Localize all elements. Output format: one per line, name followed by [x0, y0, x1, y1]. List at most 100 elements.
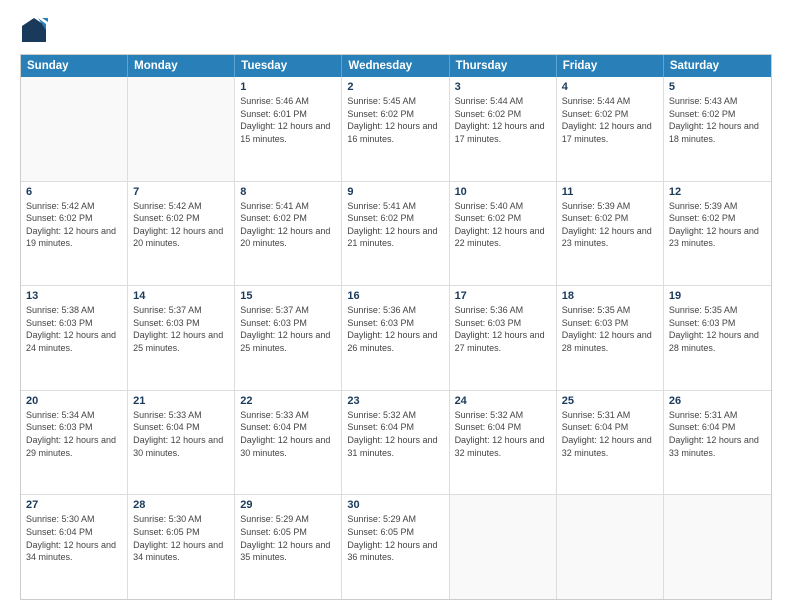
cal-cell: 14 Sunrise: 5:37 AMSunset: 6:03 PMDayligh…: [128, 286, 235, 390]
cal-header-tuesday: Tuesday: [235, 55, 342, 77]
cal-cell: 10 Sunrise: 5:40 AMSunset: 6:02 PMDayligh…: [450, 182, 557, 286]
cal-cell: 30Sunrise: 5:29 AMSunset: 6:05 PMDayligh…: [342, 495, 449, 599]
day-number: 13: [26, 290, 122, 302]
cal-week-3: 13 Sunrise: 5:38 AMSunset: 6:03 PMDayligh…: [21, 286, 771, 391]
day-info: Sunrise: 5:39 AMSunset: 6:02 PMDaylight:…: [562, 200, 658, 250]
cal-cell: [664, 495, 771, 599]
day-info: Sunrise: 5:31 AMSunset: 6:04 PMDaylight:…: [562, 409, 658, 459]
cal-cell: 4Sunrise: 5:44 AMSunset: 6:02 PMDaylight…: [557, 77, 664, 181]
cal-cell: 22Sunrise: 5:33 AMSunset: 6:04 PMDayligh…: [235, 391, 342, 495]
day-number: 24: [455, 395, 551, 407]
day-number: 1: [240, 81, 336, 93]
day-info: Sunrise: 5:41 AMSunset: 6:02 PMDaylight:…: [347, 200, 443, 250]
cal-cell: 18 Sunrise: 5:35 AMSunset: 6:03 PMDayligh…: [557, 286, 664, 390]
cal-cell: 7Sunrise: 5:42 AMSunset: 6:02 PMDaylight…: [128, 182, 235, 286]
day-info: Sunrise: 5:37 AMSunset: 6:03 PMDaylight:…: [240, 304, 336, 354]
cal-cell: 29Sunrise: 5:29 AMSunset: 6:05 PMDayligh…: [235, 495, 342, 599]
day-number: 30: [347, 499, 443, 511]
day-info: Sunrise: 5:36 AMSunset: 6:03 PMDaylight:…: [455, 304, 551, 354]
day-info: Sunrise: 5:44 AMSunset: 6:02 PMDaylight:…: [562, 95, 658, 145]
day-info: Sunrise: 5:42 AMSunset: 6:02 PMDaylight:…: [133, 200, 229, 250]
day-info: Sunrise: 5:37 AMSunset: 6:03 PMDaylight:…: [133, 304, 229, 354]
cal-cell: [21, 77, 128, 181]
day-info: Sunrise: 5:35 AMSunset: 6:03 PMDaylight:…: [669, 304, 766, 354]
day-number: 16: [347, 290, 443, 302]
day-number: 5: [669, 81, 766, 93]
cal-cell: 25 Sunrise: 5:31 AMSunset: 6:04 PMDayligh…: [557, 391, 664, 495]
day-number: 25: [562, 395, 658, 407]
day-number: 23: [347, 395, 443, 407]
logo-icon: [20, 16, 48, 44]
day-info: Sunrise: 5:39 AMSunset: 6:02 PMDaylight:…: [669, 200, 766, 250]
header: [20, 16, 772, 44]
cal-week-2: 6 Sunrise: 5:42 AMSunset: 6:02 PMDaylight…: [21, 182, 771, 287]
cal-cell: 17 Sunrise: 5:36 AMSunset: 6:03 PMDayligh…: [450, 286, 557, 390]
cal-cell: 16 Sunrise: 5:36 AMSunset: 6:03 PMDayligh…: [342, 286, 449, 390]
cal-cell: [128, 77, 235, 181]
day-info: Sunrise: 5:46 AMSunset: 6:01 PMDaylight:…: [240, 95, 336, 145]
cal-cell: 5 Sunrise: 5:43 AMSunset: 6:02 PMDaylight…: [664, 77, 771, 181]
page: SundayMondayTuesdayWednesdayThursdayFrid…: [0, 0, 792, 612]
day-info: Sunrise: 5:36 AMSunset: 6:03 PMDaylight:…: [347, 304, 443, 354]
cal-header-monday: Monday: [128, 55, 235, 77]
calendar-body: 1 Sunrise: 5:46 AMSunset: 6:01 PMDaylight…: [21, 77, 771, 599]
day-info: Sunrise: 5:32 AMSunset: 6:04 PMDaylight:…: [347, 409, 443, 459]
day-number: 12: [669, 186, 766, 198]
day-number: 9: [347, 186, 443, 198]
cal-header-sunday: Sunday: [21, 55, 128, 77]
day-number: 28: [133, 499, 229, 511]
cal-cell: 21 Sunrise: 5:33 AMSunset: 6:04 PMDayligh…: [128, 391, 235, 495]
day-info: Sunrise: 5:29 AMSunset: 6:05 PMDaylight:…: [240, 513, 336, 563]
day-number: 3: [455, 81, 551, 93]
day-number: 10: [455, 186, 551, 198]
day-info: Sunrise: 5:32 AMSunset: 6:04 PMDaylight:…: [455, 409, 551, 459]
day-info: Sunrise: 5:40 AMSunset: 6:02 PMDaylight:…: [455, 200, 551, 250]
cal-cell: 9 Sunrise: 5:41 AMSunset: 6:02 PMDaylight…: [342, 182, 449, 286]
day-info: Sunrise: 5:42 AMSunset: 6:02 PMDaylight:…: [26, 200, 122, 250]
day-info: Sunrise: 5:44 AMSunset: 6:02 PMDaylight:…: [455, 95, 551, 145]
day-number: 8: [240, 186, 336, 198]
day-info: Sunrise: 5:41 AMSunset: 6:02 PMDaylight:…: [240, 200, 336, 250]
cal-cell: [450, 495, 557, 599]
cal-cell: 19 Sunrise: 5:35 AMSunset: 6:03 PMDayligh…: [664, 286, 771, 390]
cal-cell: 3 Sunrise: 5:44 AMSunset: 6:02 PMDaylight…: [450, 77, 557, 181]
cal-cell: 12 Sunrise: 5:39 AMSunset: 6:02 PMDayligh…: [664, 182, 771, 286]
cal-cell: 24 Sunrise: 5:32 AMSunset: 6:04 PMDayligh…: [450, 391, 557, 495]
cal-cell: 6 Sunrise: 5:42 AMSunset: 6:02 PMDaylight…: [21, 182, 128, 286]
day-number: 11: [562, 186, 658, 198]
day-number: 6: [26, 186, 122, 198]
cal-week-5: 27 Sunrise: 5:30 AMSunset: 6:04 PMDayligh…: [21, 495, 771, 599]
day-number: 2: [347, 81, 443, 93]
day-number: 20: [26, 395, 122, 407]
day-info: Sunrise: 5:30 AMSunset: 6:04 PMDaylight:…: [26, 513, 122, 563]
day-info: Sunrise: 5:35 AMSunset: 6:03 PMDaylight:…: [562, 304, 658, 354]
day-info: Sunrise: 5:45 AMSunset: 6:02 PMDaylight:…: [347, 95, 443, 145]
day-number: 19: [669, 290, 766, 302]
day-info: Sunrise: 5:38 AMSunset: 6:03 PMDaylight:…: [26, 304, 122, 354]
logo: [20, 16, 52, 44]
day-info: Sunrise: 5:33 AMSunset: 6:04 PMDaylight:…: [133, 409, 229, 459]
day-info: Sunrise: 5:43 AMSunset: 6:02 PMDaylight:…: [669, 95, 766, 145]
cal-cell: 11 Sunrise: 5:39 AMSunset: 6:02 PMDayligh…: [557, 182, 664, 286]
day-info: Sunrise: 5:34 AMSunset: 6:03 PMDaylight:…: [26, 409, 122, 459]
cal-cell: 28Sunrise: 5:30 AMSunset: 6:05 PMDayligh…: [128, 495, 235, 599]
day-info: Sunrise: 5:31 AMSunset: 6:04 PMDaylight:…: [669, 409, 766, 459]
cal-cell: 1 Sunrise: 5:46 AMSunset: 6:01 PMDaylight…: [235, 77, 342, 181]
day-number: 14: [133, 290, 229, 302]
day-number: 22: [240, 395, 336, 407]
cal-cell: 27 Sunrise: 5:30 AMSunset: 6:04 PMDayligh…: [21, 495, 128, 599]
cal-cell: 2 Sunrise: 5:45 AMSunset: 6:02 PMDaylight…: [342, 77, 449, 181]
cal-cell: 23 Sunrise: 5:32 AMSunset: 6:04 PMDayligh…: [342, 391, 449, 495]
cal-cell: 15 Sunrise: 5:37 AMSunset: 6:03 PMDayligh…: [235, 286, 342, 390]
day-number: 18: [562, 290, 658, 302]
cal-cell: [557, 495, 664, 599]
cal-header-friday: Friday: [557, 55, 664, 77]
day-number: 15: [240, 290, 336, 302]
cal-cell: 26Sunrise: 5:31 AMSunset: 6:04 PMDayligh…: [664, 391, 771, 495]
calendar: SundayMondayTuesdayWednesdayThursdayFrid…: [20, 54, 772, 600]
cal-cell: 20 Sunrise: 5:34 AMSunset: 6:03 PMDayligh…: [21, 391, 128, 495]
cal-cell: 13 Sunrise: 5:38 AMSunset: 6:03 PMDayligh…: [21, 286, 128, 390]
day-number: 27: [26, 499, 122, 511]
day-number: 17: [455, 290, 551, 302]
day-number: 21: [133, 395, 229, 407]
